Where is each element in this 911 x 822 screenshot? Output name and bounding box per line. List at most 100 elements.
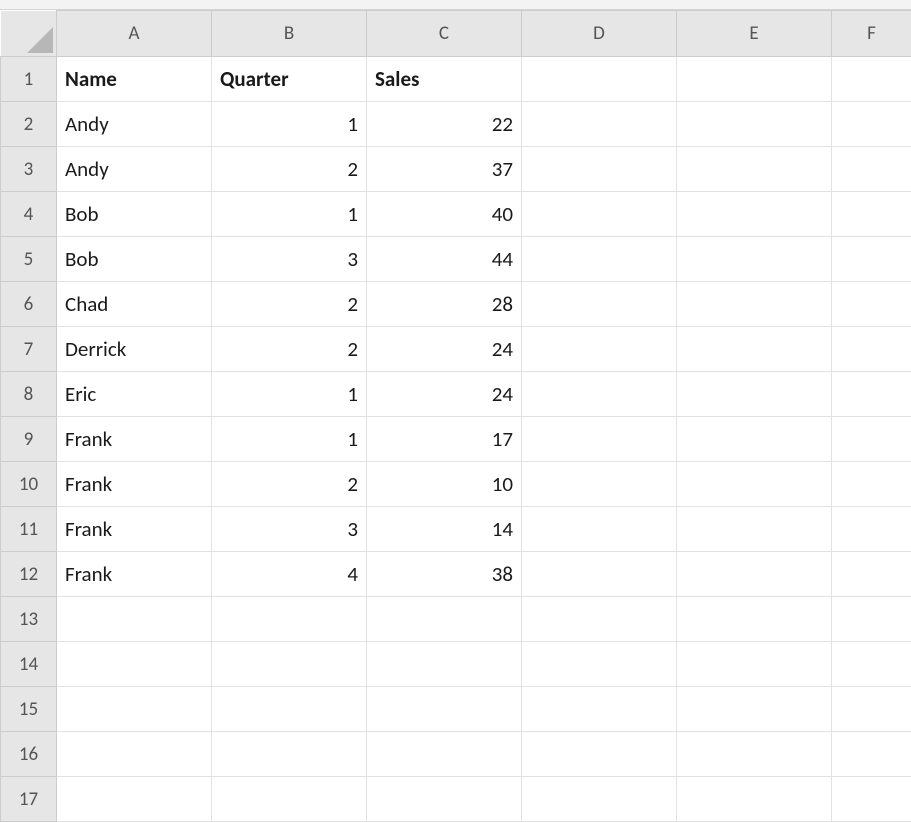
row-header-11[interactable]: 11 [1,507,57,552]
cell-B8[interactable]: 1 [212,372,367,417]
cell-C11[interactable]: 14 [367,507,522,552]
cell-D11[interactable] [522,507,677,552]
cell-A16[interactable] [57,732,212,777]
cell-C14[interactable] [367,642,522,687]
cell-D13[interactable] [522,597,677,642]
cell-D16[interactable] [522,732,677,777]
cell-D3[interactable] [522,147,677,192]
cell-E9[interactable] [677,417,832,462]
row-header-14[interactable]: 14 [1,642,57,687]
column-header-F[interactable]: F [832,11,911,57]
row-header-2[interactable]: 2 [1,102,57,147]
row-header-9[interactable]: 9 [1,417,57,462]
cell-E3[interactable] [677,147,832,192]
cell-F17[interactable] [832,777,911,822]
cell-A13[interactable] [57,597,212,642]
cell-E15[interactable] [677,687,832,732]
cell-A14[interactable] [57,642,212,687]
cell-A4[interactable]: Bob [57,192,212,237]
cell-A6[interactable]: Chad [57,282,212,327]
cell-C9[interactable]: 17 [367,417,522,462]
cell-E5[interactable] [677,237,832,282]
cell-C16[interactable] [367,732,522,777]
cell-E12[interactable] [677,552,832,597]
row-header-16[interactable]: 16 [1,732,57,777]
row-header-3[interactable]: 3 [1,147,57,192]
spreadsheet-grid[interactable]: A B C D E F 1NameQuarterSales2Andy1223An… [0,10,911,822]
cell-B2[interactable]: 1 [212,102,367,147]
column-header-B[interactable]: B [212,11,367,57]
row-header-12[interactable]: 12 [1,552,57,597]
row-header-1[interactable]: 1 [1,57,57,102]
cell-A9[interactable]: Frank [57,417,212,462]
cell-F5[interactable] [832,237,911,282]
cell-D2[interactable] [522,102,677,147]
column-header-A[interactable]: A [57,11,212,57]
cell-B6[interactable]: 2 [212,282,367,327]
cell-F16[interactable] [832,732,911,777]
cell-B11[interactable]: 3 [212,507,367,552]
cell-C8[interactable]: 24 [367,372,522,417]
cell-D5[interactable] [522,237,677,282]
cell-B7[interactable]: 2 [212,327,367,372]
cell-F9[interactable] [832,417,911,462]
cell-D9[interactable] [522,417,677,462]
cell-C2[interactable]: 22 [367,102,522,147]
cell-B13[interactable] [212,597,367,642]
row-header-17[interactable]: 17 [1,777,57,822]
cell-E14[interactable] [677,642,832,687]
cell-E2[interactable] [677,102,832,147]
cell-D6[interactable] [522,282,677,327]
cell-B1[interactable]: Quarter [212,57,367,102]
cell-D1[interactable] [522,57,677,102]
cell-D14[interactable] [522,642,677,687]
cell-C3[interactable]: 37 [367,147,522,192]
cell-E17[interactable] [677,777,832,822]
cell-B16[interactable] [212,732,367,777]
row-header-6[interactable]: 6 [1,282,57,327]
cell-F8[interactable] [832,372,911,417]
row-header-8[interactable]: 8 [1,372,57,417]
cell-B15[interactable] [212,687,367,732]
column-header-E[interactable]: E [677,11,832,57]
cell-C4[interactable]: 40 [367,192,522,237]
column-header-C[interactable]: C [367,11,522,57]
cell-C1[interactable]: Sales [367,57,522,102]
row-header-4[interactable]: 4 [1,192,57,237]
cell-A12[interactable]: Frank [57,552,212,597]
cell-D4[interactable] [522,192,677,237]
cell-E8[interactable] [677,372,832,417]
cell-F11[interactable] [832,507,911,552]
cell-A11[interactable]: Frank [57,507,212,552]
cell-F1[interactable] [832,57,911,102]
cell-C13[interactable] [367,597,522,642]
cell-A15[interactable] [57,687,212,732]
cell-B3[interactable]: 2 [212,147,367,192]
cell-D7[interactable] [522,327,677,372]
row-header-7[interactable]: 7 [1,327,57,372]
cell-E1[interactable] [677,57,832,102]
cell-C6[interactable]: 28 [367,282,522,327]
cell-A5[interactable]: Bob [57,237,212,282]
cell-A1[interactable]: Name [57,57,212,102]
cell-A2[interactable]: Andy [57,102,212,147]
column-header-D[interactable]: D [522,11,677,57]
cell-D17[interactable] [522,777,677,822]
cell-A3[interactable]: Andy [57,147,212,192]
row-header-10[interactable]: 10 [1,462,57,507]
cell-C10[interactable]: 10 [367,462,522,507]
cell-A17[interactable] [57,777,212,822]
select-all-corner[interactable] [1,11,57,57]
cell-E11[interactable] [677,507,832,552]
cell-C7[interactable]: 24 [367,327,522,372]
cell-C15[interactable] [367,687,522,732]
cell-F14[interactable] [832,642,911,687]
row-header-15[interactable]: 15 [1,687,57,732]
row-header-5[interactable]: 5 [1,237,57,282]
cell-F13[interactable] [832,597,911,642]
cell-E6[interactable] [677,282,832,327]
cell-F15[interactable] [832,687,911,732]
cell-C17[interactable] [367,777,522,822]
cell-F3[interactable] [832,147,911,192]
cell-F10[interactable] [832,462,911,507]
